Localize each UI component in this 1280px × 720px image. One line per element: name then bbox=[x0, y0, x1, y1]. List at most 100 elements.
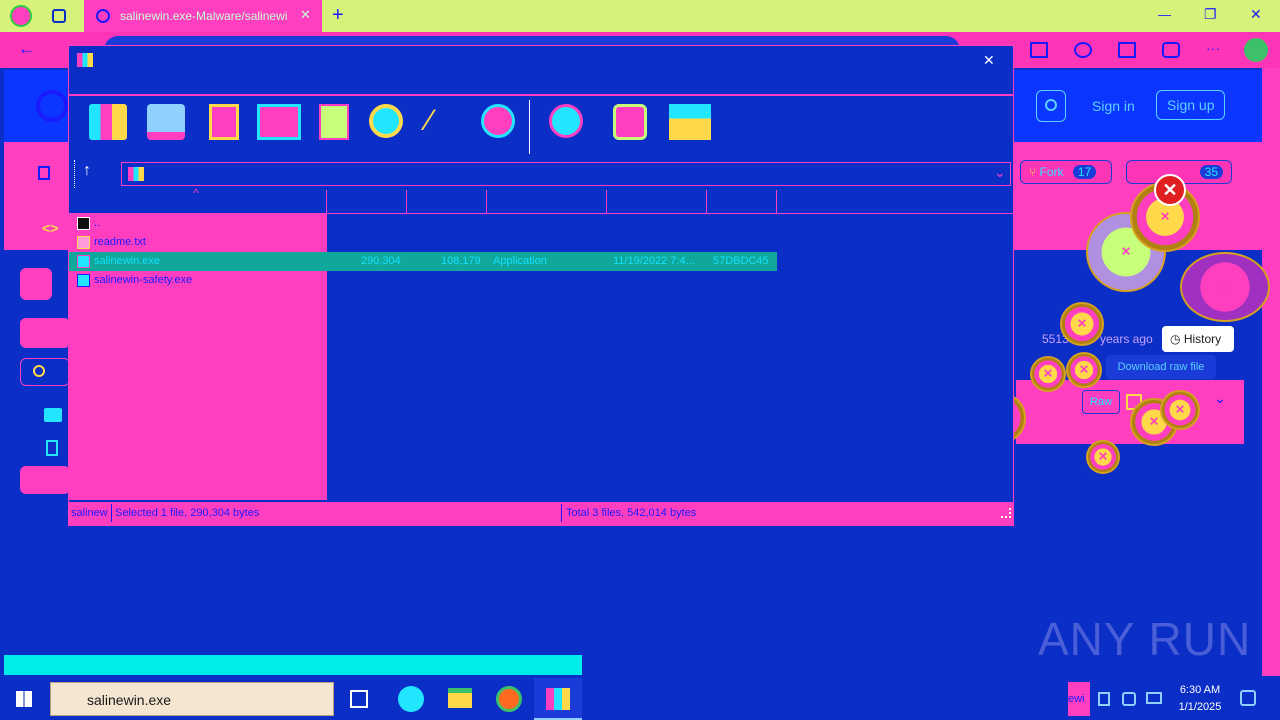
list-item[interactable]: salinewin-safety.exe bbox=[69, 271, 777, 290]
highlight-bar bbox=[4, 655, 582, 675]
status-divider bbox=[111, 504, 112, 522]
code-tab-icon[interactable]: <> bbox=[42, 220, 58, 236]
sidebar-item-active[interactable] bbox=[20, 466, 70, 494]
winrar-taskbar-icon bbox=[546, 688, 570, 710]
browser-tabstrip: ✕ salinewin.exe-Malware/salinewi + — ❐ ✕ bbox=[0, 0, 1280, 32]
tray-app-button[interactable]: ewi bbox=[1068, 682, 1090, 716]
back-button[interactable]: ← bbox=[18, 39, 35, 59]
taskbar-search-box[interactable]: salinewin.exe bbox=[50, 682, 334, 716]
start-button[interactable] bbox=[0, 678, 48, 720]
branch-selector[interactable] bbox=[20, 318, 70, 348]
github-logo-icon[interactable] bbox=[36, 90, 68, 122]
winrar-taskbar-button[interactable] bbox=[534, 678, 582, 720]
file-name: readme.txt bbox=[94, 236, 146, 248]
search-button[interactable] bbox=[1036, 90, 1066, 122]
parent-folder-icon bbox=[77, 217, 90, 230]
collections-icon[interactable] bbox=[1118, 42, 1136, 58]
application-icon bbox=[77, 274, 90, 287]
notification-icon[interactable] bbox=[1240, 690, 1256, 706]
column-header-name[interactable]: ^ bbox=[69, 186, 327, 214]
battery-icon[interactable] bbox=[1146, 692, 1162, 704]
archive-icon bbox=[128, 167, 144, 181]
window-close-button[interactable]: ✕ bbox=[1250, 6, 1262, 23]
test-archive-icon[interactable] bbox=[209, 104, 239, 140]
extract-folder-icon[interactable] bbox=[147, 104, 185, 140]
winrar-statusbar: salinew Selected 1 file, 290,304 bytes T… bbox=[69, 502, 1013, 525]
status-selected: Selected 1 file, 290,304 bytes bbox=[115, 507, 260, 519]
up-one-level-button[interactable]: ↑ bbox=[83, 162, 91, 180]
edge-icon[interactable] bbox=[398, 686, 424, 712]
copilot-icon[interactable] bbox=[1244, 38, 1268, 62]
chevron-down-icon[interactable]: ⌄ bbox=[994, 164, 1006, 181]
window-restore-button[interactable]: ❐ bbox=[1204, 6, 1217, 23]
file-type: Application bbox=[493, 255, 547, 267]
status-archive-name: salinew bbox=[71, 507, 108, 519]
sfx-box-icon[interactable] bbox=[669, 104, 711, 140]
info-icon[interactable] bbox=[481, 104, 515, 138]
repo-icon bbox=[38, 166, 50, 180]
sign-up-button[interactable]: Sign up bbox=[1156, 90, 1226, 120]
search-icon bbox=[33, 365, 45, 377]
tab-actions-icon[interactable] bbox=[52, 9, 66, 23]
firefox-icon[interactable] bbox=[496, 686, 522, 712]
list-item[interactable]: readme.txt bbox=[69, 233, 777, 252]
file-name: .. bbox=[94, 217, 101, 229]
sign-in-link[interactable]: Sign in bbox=[1092, 98, 1135, 114]
sidebar-toggle-button[interactable] bbox=[20, 268, 52, 300]
virus-scan-icon[interactable] bbox=[549, 104, 583, 138]
view-book-icon[interactable] bbox=[257, 104, 301, 140]
column-header-size[interactable] bbox=[327, 190, 407, 214]
find-magnifier-icon[interactable] bbox=[369, 104, 403, 138]
system-clock[interactable]: 6:30 AM 1/1/2025 bbox=[1170, 682, 1230, 716]
extensions-icon[interactable] bbox=[1162, 42, 1180, 58]
split-screen-icon[interactable] bbox=[1030, 42, 1048, 58]
text-file-icon bbox=[77, 236, 90, 249]
favorites-icon[interactable] bbox=[1074, 42, 1092, 58]
tab-close-icon[interactable]: ✕ bbox=[300, 7, 311, 23]
more-options-button[interactable]: ··· bbox=[1206, 40, 1220, 56]
window-minimize-button[interactable]: — bbox=[1158, 7, 1171, 22]
folder-icon[interactable] bbox=[44, 408, 62, 422]
file-explorer-icon[interactable] bbox=[448, 688, 472, 708]
file-filter-input[interactable] bbox=[20, 358, 70, 386]
file-name: salinewin-safety.exe bbox=[94, 274, 193, 286]
clock-date: 1/1/2025 bbox=[1178, 701, 1222, 713]
column-header-type[interactable] bbox=[487, 190, 607, 214]
volume-icon[interactable] bbox=[1122, 692, 1136, 706]
taskbar-search-text: salinewin.exe bbox=[87, 692, 172, 708]
search-icon bbox=[1045, 99, 1057, 111]
add-archive-icon[interactable] bbox=[89, 104, 127, 140]
new-tab-button[interactable]: + bbox=[332, 4, 344, 27]
error-icon bbox=[1060, 302, 1104, 346]
wizard-wand-icon[interactable]: ⁄ bbox=[427, 104, 461, 140]
application-icon bbox=[77, 255, 90, 268]
red-error-icon: ✕ bbox=[1154, 174, 1186, 206]
winrar-window: ✕ ⁄ ↑ ⌄ ^ .. readme.txt salinewin.exe 29… bbox=[68, 45, 1014, 526]
status-total: Total 3 files, 542,014 bytes bbox=[566, 507, 697, 519]
file-name: salinewin.exe bbox=[94, 255, 161, 267]
winrar-titlebar: ✕ bbox=[69, 46, 1013, 96]
profile-avatar[interactable] bbox=[10, 5, 32, 27]
comment-icon[interactable] bbox=[613, 104, 647, 140]
status-divider bbox=[561, 504, 562, 522]
toolbar-separator bbox=[529, 100, 530, 154]
column-header-modified[interactable] bbox=[607, 190, 707, 214]
file-icon[interactable] bbox=[46, 440, 58, 456]
network-icon[interactable] bbox=[1098, 692, 1110, 706]
resize-grip-icon[interactable] bbox=[1001, 508, 1011, 518]
winrar-close-button[interactable]: ✕ bbox=[983, 52, 995, 69]
archive-path-field[interactable]: ⌄ bbox=[121, 162, 1011, 186]
column-header-crc[interactable] bbox=[707, 190, 777, 214]
delete-trash-icon[interactable] bbox=[319, 104, 349, 140]
list-item-parent-dir[interactable]: .. bbox=[69, 214, 777, 233]
error-icon bbox=[1086, 440, 1120, 474]
error-icon bbox=[1066, 352, 1102, 388]
winrar-app-icon bbox=[77, 53, 93, 67]
task-view-icon[interactable] bbox=[350, 690, 368, 708]
tab-title: salinewin.exe-Malware/salinewi bbox=[120, 9, 288, 23]
taskbar: salinewin.exe ewi 6:30 AM 1/1/2025 bbox=[0, 678, 1280, 720]
list-item-selected[interactable]: salinewin.exe 290,304 108,179 Applicatio… bbox=[69, 252, 777, 271]
error-icon bbox=[1160, 390, 1200, 430]
error-icon bbox=[1030, 356, 1066, 392]
column-header-packed[interactable] bbox=[407, 190, 487, 214]
